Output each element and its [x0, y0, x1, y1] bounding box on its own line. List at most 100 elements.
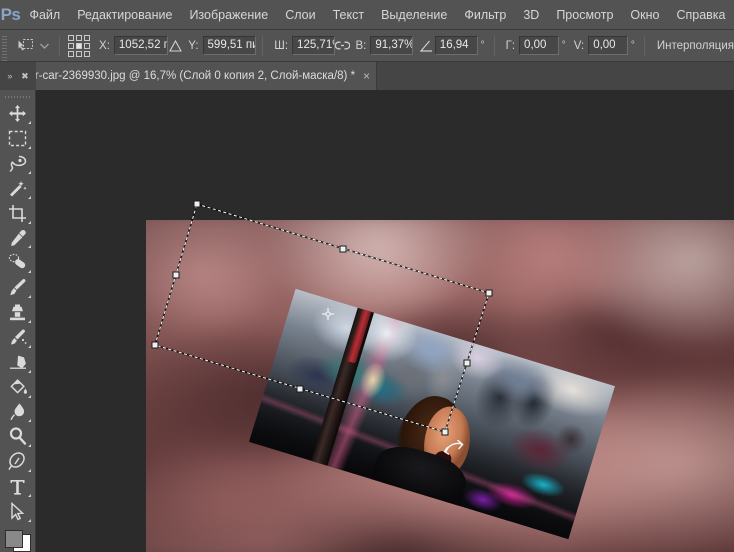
vertical-skew-field[interactable]: 0,00 [588, 36, 628, 55]
rotate-cursor [443, 439, 464, 455]
type-tool[interactable] [3, 474, 33, 499]
foreground-color-swatch[interactable] [4, 529, 23, 548]
document-tab-title: ger-car-2369930.jpg @ 16,7% (Слой 0 копи… [36, 70, 356, 82]
tool-flyout-indicator [27, 170, 31, 174]
ref-point-tl[interactable] [68, 34, 75, 41]
horizontal-skew-label: Г: [505, 39, 516, 52]
handle-top-left[interactable] [193, 200, 201, 208]
menu-item-image[interactable]: Изображение [181, 0, 277, 30]
double-chevron-right-icon[interactable]: » [7, 71, 12, 81]
healing-brush-tool[interactable] [3, 250, 33, 275]
transform-reference-point[interactable] [322, 308, 335, 321]
tool-flyout-indicator [27, 270, 31, 274]
move-transform-icon [13, 35, 37, 57]
ref-point-center[interactable] [76, 42, 83, 49]
menu-item-window[interactable]: Окно [622, 0, 668, 30]
link-chain-icon[interactable] [335, 35, 351, 57]
ref-point-tc[interactable] [76, 34, 83, 41]
history-brush-tool[interactable] [3, 325, 33, 350]
ref-point-bl[interactable] [68, 50, 75, 57]
tool-preset-picker[interactable] [9, 33, 53, 59]
angle-icon [419, 35, 435, 57]
ref-point-br[interactable] [84, 50, 91, 57]
photoshop-window: Ps Файл Редактирование Изображение Слои … [0, 0, 734, 552]
eraser-tool[interactable] [3, 350, 33, 375]
ref-point-bc[interactable] [76, 50, 83, 57]
photo-background-person [352, 360, 391, 408]
width-percent-field[interactable]: 125,71% [292, 36, 335, 55]
panel-collapse-header: » ✖ [0, 62, 36, 90]
x-position-field[interactable]: 1052,52 пи [113, 36, 168, 55]
tool-flyout-indicator [27, 419, 31, 423]
crop-tool[interactable] [3, 201, 33, 226]
tools-panel-grip[interactable] [4, 92, 31, 102]
ref-point-mr[interactable] [84, 42, 91, 49]
chevron-down-icon[interactable] [37, 35, 51, 57]
handle-top-right[interactable] [485, 289, 493, 297]
y-position-field[interactable]: 599,51 пи [202, 36, 257, 55]
tool-flyout-indicator [27, 518, 31, 522]
menu-bar: Ps Файл Редактирование Изображение Слои … [0, 0, 734, 30]
document-image[interactable] [146, 220, 734, 552]
menu-item-file[interactable]: Файл [21, 0, 69, 30]
dodge-tool[interactable] [3, 424, 33, 449]
handle-top-center[interactable] [339, 245, 347, 252]
menu-item-text[interactable]: Текст [324, 0, 372, 30]
rectangular-marquee-tool[interactable] [3, 126, 33, 151]
menu-item-filter[interactable]: Фильтр [456, 0, 515, 30]
canvas-area[interactable] [36, 90, 734, 552]
tool-flyout-indicator [27, 444, 31, 448]
move-tool[interactable] [3, 101, 33, 126]
color-swatches[interactable] [4, 529, 31, 552]
handle-middle-left[interactable] [172, 271, 180, 278]
tool-flyout-indicator [27, 493, 31, 497]
rotation-angle-field[interactable]: 16,94 [434, 36, 478, 55]
menu-item-view[interactable]: Просмотр [548, 0, 622, 30]
tool-flyout-indicator [27, 220, 31, 224]
horizontal-skew-field[interactable]: 0,00 [519, 36, 559, 55]
options-bar-grip[interactable] [0, 29, 8, 62]
tool-flyout-indicator [27, 394, 31, 398]
blur-tool[interactable] [3, 400, 33, 425]
tool-flyout-indicator [27, 295, 31, 299]
handle-bottom-center[interactable] [296, 385, 304, 392]
x-position-label: X: [99, 39, 110, 52]
menu-item-select[interactable]: Выделение [373, 0, 456, 30]
handle-middle-right[interactable] [463, 359, 471, 366]
tool-flyout-indicator [27, 320, 31, 324]
document-tab[interactable]: ger-car-2369930.jpg @ 16,7% (Слой 0 копи… [36, 62, 378, 90]
brush-tool[interactable] [3, 275, 33, 300]
ref-point-tr[interactable] [84, 34, 91, 41]
path-selection-tool[interactable] [3, 499, 33, 524]
menu-item-3d[interactable]: 3D [515, 0, 548, 30]
lasso-tool[interactable] [3, 151, 33, 176]
close-panel-icon[interactable]: ✖ [21, 71, 29, 81]
triangle-delta-icon[interactable] [168, 35, 184, 57]
eyedropper-tool[interactable] [3, 226, 33, 251]
close-icon[interactable]: × [363, 70, 370, 82]
ref-point-ml[interactable] [68, 42, 75, 49]
y-position-label: Y: [188, 39, 199, 52]
photoshop-logo: Ps [0, 4, 21, 24]
options-separator-3 [493, 35, 495, 56]
height-percent-field[interactable]: 91,37% [370, 36, 414, 55]
menu-item-layers[interactable]: Слои [277, 0, 324, 30]
tool-flyout-indicator [27, 195, 31, 199]
menu-item-edit[interactable]: Редактирование [69, 0, 181, 30]
pen-tool[interactable] [3, 449, 33, 474]
magic-wand-tool[interactable] [3, 176, 33, 201]
clone-stamp-tool[interactable] [3, 300, 33, 325]
tool-flyout-indicator [27, 369, 31, 373]
reference-point-grid[interactable] [68, 34, 91, 57]
handle-bottom-right[interactable] [441, 428, 449, 436]
options-separator-4 [643, 35, 645, 56]
rotation-degree-symbol: ° [480, 40, 485, 51]
paint-bucket-tool[interactable] [3, 375, 33, 400]
width-percent-label: Ш: [274, 39, 289, 52]
height-percent-label: В: [355, 39, 367, 52]
tools-panel [0, 90, 36, 552]
handle-bottom-left[interactable] [151, 341, 159, 349]
menu-item-help[interactable]: Справка [668, 0, 734, 30]
tool-flyout-indicator [27, 121, 31, 125]
options-bar: X: 1052,52 пи Y: 599,51 пи Ш: 125,71% В:… [0, 29, 734, 62]
